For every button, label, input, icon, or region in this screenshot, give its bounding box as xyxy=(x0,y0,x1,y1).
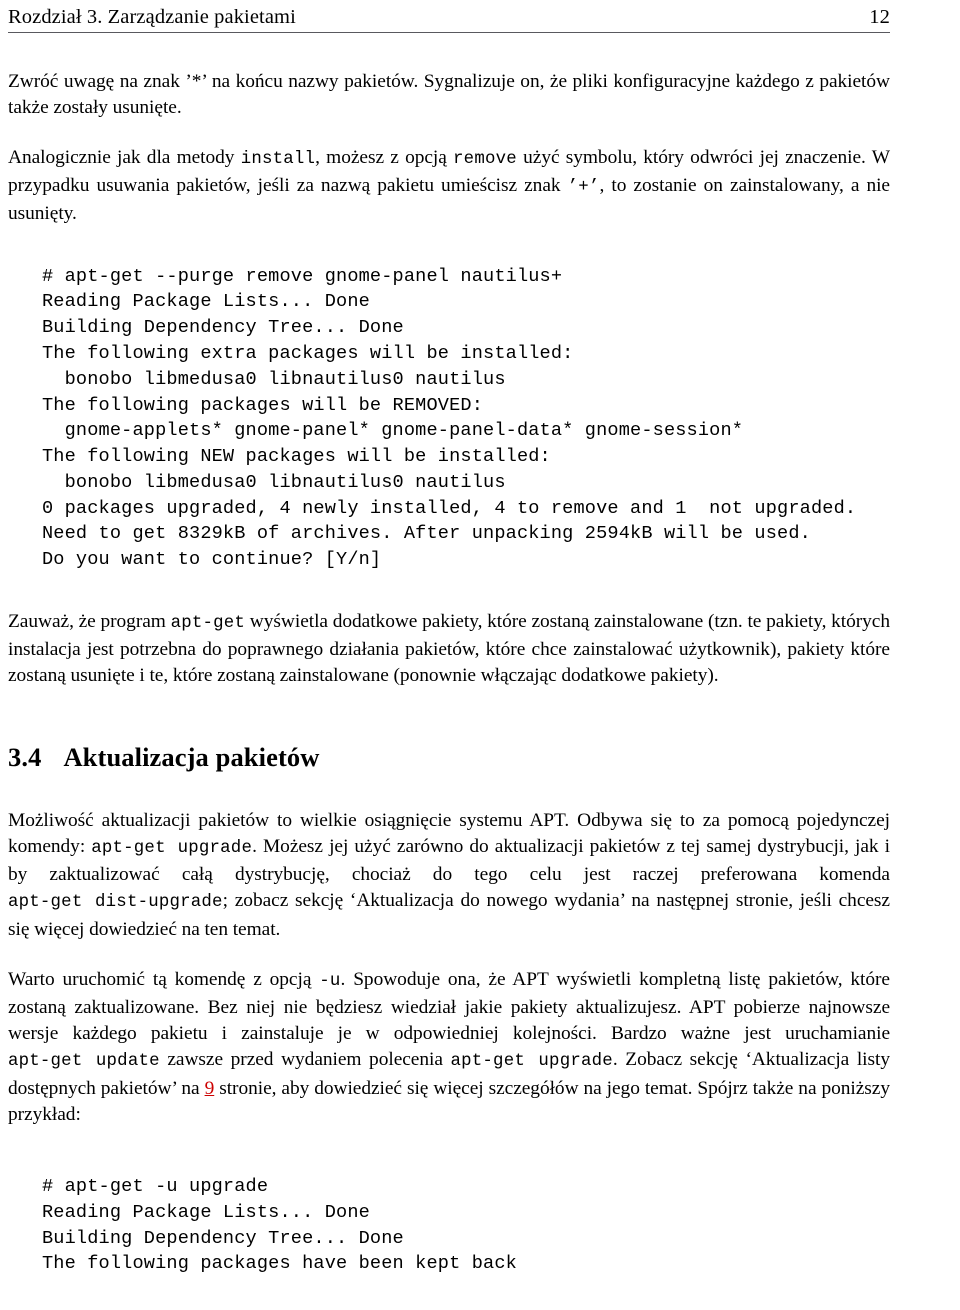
paragraph-text-segment: , możesz z opcją xyxy=(315,146,454,168)
cross-reference-page-link[interactable]: 9 xyxy=(205,1078,215,1099)
paragraph-upgrade-intro: Możliwość aktualizacji pakietów to wielk… xyxy=(8,808,890,943)
inline-code-apt-get-dist-upgrade: apt-get dist-upgrade xyxy=(8,893,223,913)
paragraph-asterisk-note: Zwróć uwagę na znak ’*’ na końcu nazwy p… xyxy=(8,69,890,121)
section-number: 3.4 xyxy=(8,741,42,772)
page-header: Rozdział 3. Zarządzanie pakietami 12 xyxy=(8,0,890,28)
section-title: Aktualizacja pakietów xyxy=(63,741,320,772)
paragraph-upgrade-u-option: Warto uruchomić tą komendę z opcją -u. S… xyxy=(8,967,890,1128)
paragraph-text-segment: Warto uruchomić tą komendę z opcją xyxy=(8,968,320,990)
paragraph-text-segment: Zauważ, że program xyxy=(8,611,171,633)
section-heading-3-4: 3.4 Aktualizacja pakietów xyxy=(8,741,890,772)
inline-code-remove: remove xyxy=(453,149,517,169)
inline-code-apt-get: apt-get xyxy=(170,614,246,634)
inline-code-apt-get-update: apt-get update xyxy=(8,1052,160,1072)
paragraph-extra-packages: Zauważ, że program apt-get wyświetla dod… xyxy=(8,609,890,690)
terminal-output-purge-remove: # apt-get --purge remove gnome-panel nau… xyxy=(42,265,857,571)
page-number: 12 xyxy=(869,6,890,28)
inline-code-apt-get-upgrade-2: apt-get upgrade xyxy=(450,1052,613,1072)
chapter-title: Rozdział 3. Zarządzanie pakietami xyxy=(8,6,296,28)
inline-code-apt-get-upgrade: apt-get upgrade xyxy=(91,839,253,859)
paragraph-text-segment: zawsze przed wydaniem polecenia xyxy=(159,1049,451,1071)
inline-code-plus-sign: ’+’ xyxy=(567,178,600,198)
inline-code-install: install xyxy=(240,149,316,169)
paragraph-text-segment: Analogicznie jak dla metody xyxy=(8,146,241,168)
terminal-output-u-upgrade: # apt-get -u upgrade Reading Package Lis… xyxy=(42,1176,517,1275)
paragraph-text: Zwróć uwagę na znak ’*’ na końcu nazwy p… xyxy=(8,70,890,118)
inline-code-u-flag: -u xyxy=(319,971,341,991)
paragraph-install-remove: Analogicznie jak dla metody install, moż… xyxy=(8,145,890,228)
document-page: Rozdział 3. Zarządzanie pakietami 12 Zwr… xyxy=(0,0,960,1310)
